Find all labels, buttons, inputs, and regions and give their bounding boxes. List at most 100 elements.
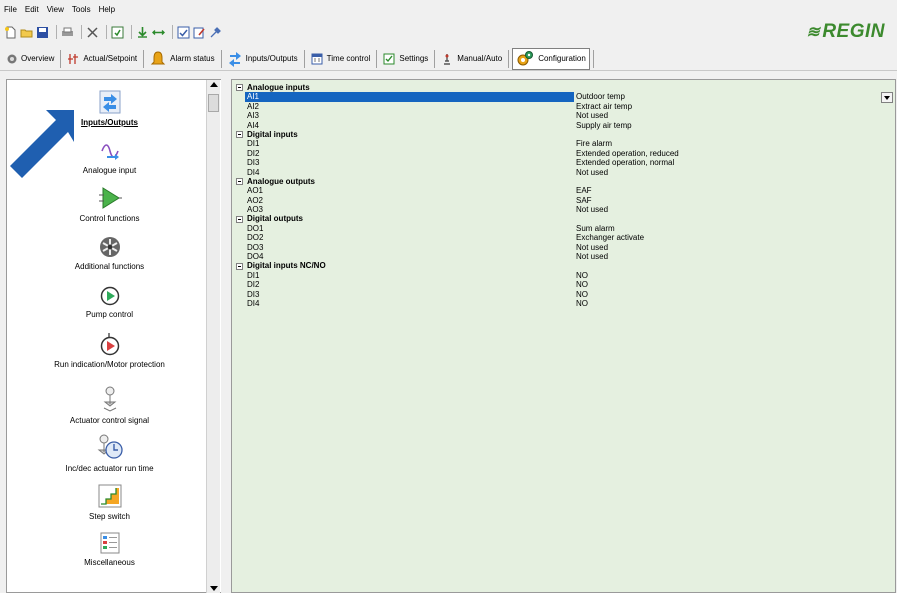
tab-label: Time control: [326, 54, 371, 63]
tree-row[interactable]: DI4 NO: [236, 299, 891, 308]
tree-row[interactable]: DI1 NO: [236, 271, 891, 280]
row-value: EAF: [576, 186, 592, 196]
row-name: AI1: [245, 92, 574, 102]
menu-edit[interactable]: Edit: [25, 5, 39, 14]
nav-item-control-functions[interactable]: Control functions: [7, 186, 212, 223]
collapse-icon[interactable]: [236, 84, 243, 92]
download-icon[interactable]: [136, 26, 149, 39]
row-name: DI3: [247, 158, 260, 168]
collapse-icon[interactable]: [236, 215, 243, 223]
row-name: AO1: [247, 186, 264, 196]
collapse-icon[interactable]: [236, 131, 243, 139]
row-value: Not used: [576, 252, 609, 262]
row-value: Sum alarm: [576, 223, 615, 233]
row-name: AO2: [247, 195, 264, 205]
save-icon[interactable]: [36, 26, 49, 39]
scroll-up-icon[interactable]: [210, 82, 218, 87]
tree-row[interactable]: AI4 Supply air temp: [236, 121, 891, 130]
nav-item-miscellaneous[interactable]: Miscellaneous: [7, 532, 212, 567]
row-value: Extended operation, reduced: [576, 148, 679, 158]
toolbar-separator: [172, 25, 173, 39]
tree-row[interactable]: DI3 Extended operation, normal: [236, 158, 891, 167]
fan-icon: [99, 237, 120, 257]
scroll-down-icon[interactable]: [210, 586, 218, 591]
tree-row[interactable]: DO1 Sum alarm: [236, 224, 891, 233]
tree-row[interactable]: DI1 Fire alarm: [236, 139, 891, 148]
group-digital-inputs[interactable]: Digital inputs: [236, 130, 891, 139]
group-digital-inputs-nc-no[interactable]: Digital inputs NC/NO: [236, 261, 891, 270]
tab-time-control[interactable]: Time control: [308, 49, 374, 69]
tree-row[interactable]: AO3 Not used: [236, 205, 891, 214]
open-icon[interactable]: [20, 26, 33, 39]
row-name: DI2: [247, 148, 260, 158]
tree-row[interactable]: AO2 SAF: [236, 196, 891, 205]
row-value: Not used: [576, 167, 609, 177]
tree-row[interactable]: DO3 Not used: [236, 243, 891, 252]
tree-row[interactable]: AI3 Not used: [236, 111, 891, 120]
tree-row[interactable]: DI3 NO: [236, 290, 891, 299]
tab-separator: [508, 49, 510, 68]
tab-overview[interactable]: Overview: [4, 49, 57, 69]
tab-separator: [60, 49, 62, 68]
row-name: DI3: [247, 289, 260, 299]
tab-separator: [303, 49, 305, 68]
tab-separator: [143, 49, 145, 68]
nav-item-step-switch[interactable]: Step switch: [7, 484, 212, 521]
tab-settings[interactable]: Settings: [380, 49, 431, 69]
tab-configuration[interactable]: Configuration: [512, 47, 590, 70]
nav-scrollbar[interactable]: [206, 80, 220, 593]
menu-tools[interactable]: Tools: [72, 5, 91, 14]
brand-wave-icon: ≋: [806, 24, 821, 41]
collapse-icon[interactable]: [236, 262, 243, 270]
tab-actual-setpoint[interactable]: Actual/Setpoint: [64, 49, 140, 69]
refresh-icon[interactable]: [111, 26, 124, 39]
tree-row[interactable]: AO1 EAF: [236, 186, 891, 195]
tab-alarm-status[interactable]: Alarm status: [147, 49, 217, 69]
print-icon[interactable]: [61, 26, 74, 39]
row-name: DI2: [247, 280, 260, 290]
calendar-icon: [311, 53, 323, 64]
check-icon[interactable]: [177, 26, 190, 39]
settings-icon: [383, 53, 395, 64]
nav-item-run-indication[interactable]: Run indication/Motor protection: [7, 332, 212, 369]
collapse-icon[interactable]: [236, 178, 243, 186]
row-value: NO: [576, 270, 588, 280]
row-value: Extended operation, normal: [576, 158, 675, 168]
tree-row[interactable]: DO2 Exchanger activate: [236, 233, 891, 242]
toolbar-separator: [106, 25, 107, 39]
nav-item-actuator-control-signal[interactable]: Actuator control signal: [7, 386, 212, 425]
menu-view[interactable]: View: [47, 5, 64, 14]
tree-row[interactable]: DI2 NO: [236, 280, 891, 289]
row-name: DO4: [247, 252, 264, 262]
edit-icon[interactable]: [193, 26, 206, 39]
tab-manual-auto[interactable]: Manual/Auto: [438, 49, 505, 69]
tab-inputs-outputs[interactable]: Inputs/Outputs: [225, 49, 301, 69]
tree-row[interactable]: DO4 Not used: [236, 252, 891, 261]
tree-row[interactable]: DI4 Not used: [236, 168, 891, 177]
group-analogue-inputs[interactable]: Analogue inputs: [236, 83, 891, 92]
step-switch-icon: [98, 484, 121, 508]
menu-file[interactable]: File: [4, 5, 17, 14]
scroll-thumb[interactable]: [208, 94, 219, 112]
tree-row[interactable]: DI2 Extended operation, reduced: [236, 149, 891, 158]
menu-help[interactable]: Help: [99, 5, 115, 14]
panel-splitter[interactable]: [221, 79, 231, 593]
tree-row[interactable]: AI1 Outdoor temp: [236, 92, 893, 104]
tool-icon[interactable]: [209, 26, 222, 39]
toolbar-separator: [131, 25, 132, 39]
toolbar: [0, 22, 897, 42]
group-digital-outputs[interactable]: Digital outputs: [236, 214, 891, 223]
nav-label: Run indication/Motor protection: [54, 360, 165, 369]
delete-icon[interactable]: [86, 26, 99, 39]
tab-label: Overview: [21, 54, 55, 63]
tab-separator: [220, 49, 222, 68]
transfer-icon[interactable]: [152, 26, 165, 39]
group-title: Analogue inputs: [247, 83, 310, 92]
nav-item-pump-control[interactable]: Pump control: [7, 286, 212, 319]
nav-item-additional-functions[interactable]: Additional functions: [7, 236, 212, 271]
nav-item-inc-dec-actuator[interactable]: Inc/dec actuator run time: [7, 434, 212, 473]
new-icon[interactable]: [4, 26, 17, 39]
tab-bar: Overview Actual/Setpoint Alarm status In…: [0, 47, 897, 71]
tree-row[interactable]: AI2 Extract air temp: [236, 102, 891, 111]
group-analogue-outputs[interactable]: Analogue outputs: [236, 177, 891, 186]
